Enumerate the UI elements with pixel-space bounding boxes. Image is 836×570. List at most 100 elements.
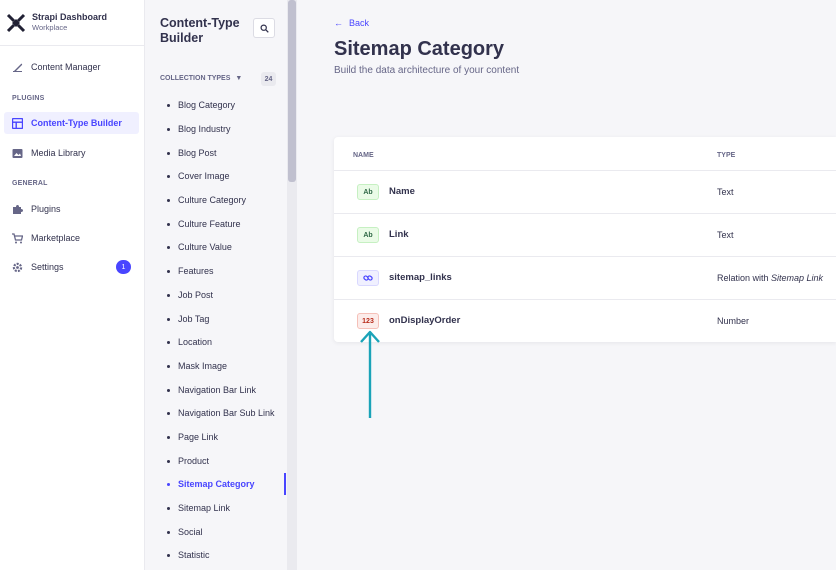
nav-label: Content-Type Builder [31,118,122,128]
collection-types-count: 24 [261,72,276,86]
subnav-item[interactable]: Product [167,454,285,468]
nav-label: Settings [31,262,64,272]
bullet-icon [167,269,170,273]
text-type-icon: Ab [357,184,379,200]
subnav-item[interactable]: Culture Category [167,193,285,207]
subnav-item[interactable]: Navigation Bar Sub Link [167,406,285,420]
field-name: Link [389,229,409,240]
subnav-item[interactable]: Navigation Bar Link [167,383,285,397]
nav-content-manager[interactable]: Content Manager [4,56,139,78]
subnav-item[interactable]: Blog Industry [167,122,285,136]
subnav-item[interactable]: Job Tag [167,312,285,326]
bullet-icon [167,506,170,510]
fields-table: NAME TYPE Ab Name Text Ab Link Text site… [334,137,836,342]
strapi-logo-icon [6,13,26,32]
subnav-item[interactable]: Page Link [167,430,285,444]
table-row[interactable]: Ab Name Text [334,170,836,213]
caret-down-icon: ▼ [235,75,243,82]
nav-label: Content Manager [31,62,101,72]
main-navigation: Strapi Dashboard Workplace Content Manag… [0,0,145,570]
search-button[interactable] [253,18,275,38]
subnav-item[interactable]: Culture Value [167,240,285,254]
subnav-scroll-thumb[interactable] [288,0,296,182]
field-name: sitemap_links [389,272,452,283]
nav-label: Plugins [31,204,61,214]
layout-icon [12,117,23,129]
field-type: Relation with Sitemap Link [717,273,823,283]
text-type-icon: Ab [357,227,379,243]
subnav-item-active[interactable]: Sitemap Category [167,477,285,491]
collection-types-label: COLLECTION TYPES [160,75,231,82]
back-label: Back [349,18,370,28]
subnav-item[interactable]: Features [167,264,285,278]
subnav-item-label: Job Tag [178,314,210,324]
nav-label: Marketplace [31,233,81,243]
relation-prefix: Relation with [717,273,772,283]
number-type-icon: 123 [357,313,379,329]
puzzle-icon [12,204,23,215]
bullet-icon [167,340,170,344]
brand-header[interactable]: Strapi Dashboard Workplace [0,0,144,46]
bullet-icon [167,245,170,249]
nav-content-type-builder[interactable]: Content-Type Builder [4,112,139,134]
nav-settings[interactable]: Settings 1 [4,256,139,278]
nav-media-library[interactable]: Media Library [4,142,139,164]
content-type-subnav: Content-Type Builder COLLECTION TYPES ▼ … [145,0,297,570]
page-subtitle: Build the data architecture of your cont… [334,65,520,76]
table-row[interactable]: 123 onDisplayOrder Number [334,299,836,342]
subnav-item[interactable]: Culture Feature [167,217,285,231]
subnav-item[interactable]: Sitemap Link [167,501,285,515]
bullet-icon [167,388,170,392]
cart-icon [12,232,23,244]
subnav-item[interactable]: Blog Category [167,98,285,112]
bullet-icon [167,127,170,131]
subnav-item-label: Job Post [178,290,214,300]
gear-icon [12,262,23,273]
subnav-item-label: Cover Image [178,171,230,181]
collection-types-toggle[interactable]: COLLECTION TYPES ▼ [160,75,242,82]
subnav-item[interactable]: Statistic [167,548,285,562]
column-header-name: NAME [353,152,374,159]
nav-plugins[interactable]: Plugins [4,198,139,220]
subnav-item-label: Sitemap Link [178,503,231,513]
subnav-item-label: Statistic [178,550,210,560]
subnav-item[interactable]: Blog Post [167,146,285,160]
field-type: Number [717,316,750,326]
settings-notification-badge: 1 [116,260,131,274]
subnav-item-label: Features [178,266,214,276]
field-type: Text [717,230,734,240]
subnav-item-label: Blog Category [178,100,236,110]
bullet-icon [167,174,170,178]
brand-title: Strapi Dashboard [32,12,108,22]
bullet-icon [167,293,170,297]
subnav-item-label: Sitemap Category [178,479,255,489]
subnav-item-label: Culture Feature [178,219,241,229]
feather-icon [12,62,23,73]
bullet-icon [167,530,170,534]
bullet-icon [167,482,170,486]
subnav-item[interactable]: Job Post [167,288,285,302]
table-row[interactable]: sitemap_links Relation with Sitemap Link [334,256,836,299]
bullet-icon [167,151,170,155]
nav-marketplace[interactable]: Marketplace [4,227,139,249]
back-link[interactable]: ← Back [334,18,369,28]
subnav-item-label: Social [178,527,203,537]
bullet-icon [167,198,170,202]
subnav-item-label: Mask Image [178,361,228,371]
subnav-item[interactable]: Mask Image [167,359,285,373]
subnav-item-label: Navigation Bar Link [178,385,257,395]
subnav-item-label: Product [178,456,210,466]
table-row[interactable]: Ab Link Text [334,213,836,256]
bullet-icon [167,459,170,463]
bullet-icon [167,435,170,439]
field-type: Text [717,187,734,197]
bullet-icon [167,553,170,557]
image-icon [12,148,23,159]
brand-subtitle: Workplace [32,23,68,32]
bullet-icon [167,411,170,415]
subnav-item[interactable]: Social [167,525,285,539]
search-icon [260,24,269,33]
subnav-item[interactable]: Location [167,335,285,349]
subnav-item[interactable]: Cover Image [167,169,285,183]
annotation-arrow-icon [360,330,380,418]
